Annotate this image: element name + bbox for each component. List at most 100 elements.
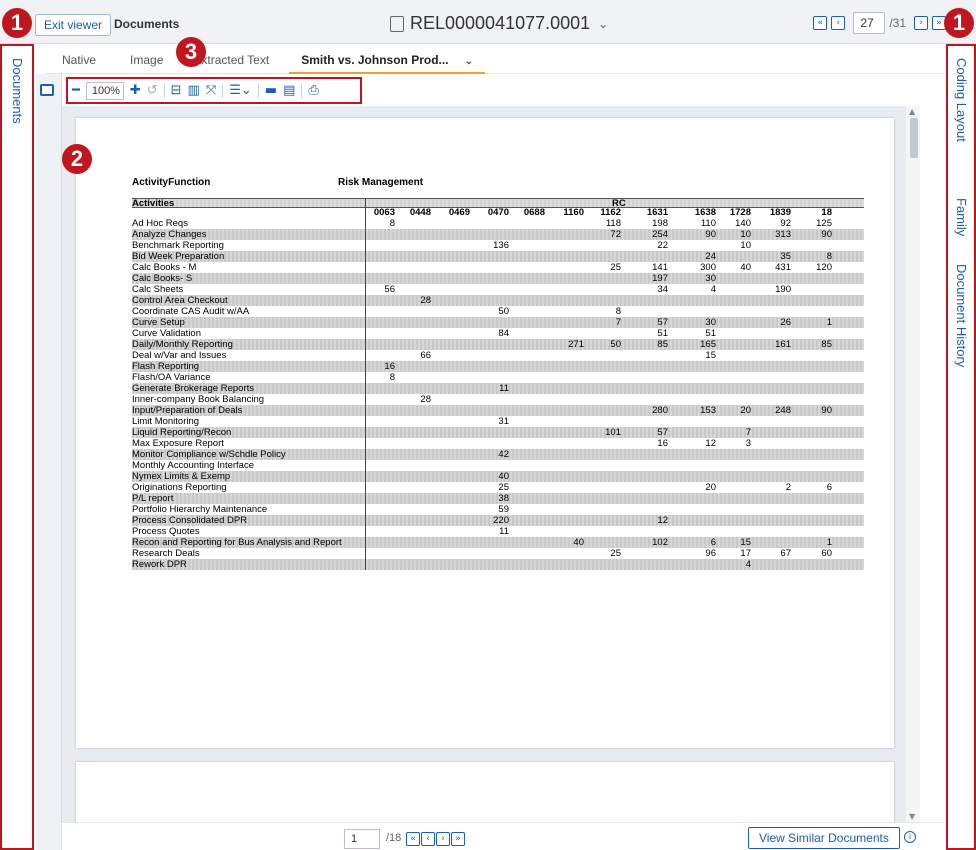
tab-production[interactable]: Smith vs. Johnson Prod... ⌄ [289, 46, 485, 74]
next-page-icon[interactable]: › [436, 832, 450, 846]
toolbar-divider [301, 83, 303, 98]
toolbar-divider [222, 83, 224, 98]
pdf-icon[interactable]: ⎙ [308, 84, 318, 97]
table-cell: 12 [705, 438, 716, 449]
table-cell: 28 [420, 394, 431, 405]
fit-width-icon[interactable]: ▥ [188, 84, 200, 97]
table-cell: 25 [498, 482, 509, 493]
next-document-icon[interactable]: › [914, 16, 928, 30]
table-cell: 1 [826, 537, 832, 548]
documents-pane-toggle[interactable]: Documents [10, 58, 25, 124]
coding-layout-tab[interactable]: Coding Layout [954, 58, 969, 142]
document-title-selector[interactable]: REL0000041077.0001 ⌄ [390, 13, 608, 34]
table-cell: 40 [498, 471, 509, 482]
page-number-input[interactable]: 1 [344, 829, 380, 849]
activity-name: Bid Week Preparation [132, 251, 225, 262]
info-icon[interactable]: i [904, 831, 916, 843]
table-row: Calc Sheets 34 4 190 56 [132, 284, 864, 295]
document-history-tab[interactable]: Document History [954, 264, 969, 367]
toolbar-divider [163, 83, 165, 98]
activity-name: Liquid Reporting/Recon [132, 427, 232, 438]
table-cell: 30 [705, 317, 716, 328]
table-row: Recon and Reporting for Bus Analysis and… [132, 537, 864, 548]
table-row: Bid Week Preparation 8 24 35 [132, 251, 864, 262]
activity-name: Process Quotes [132, 526, 200, 537]
previous-document-icon[interactable]: ‹ [831, 16, 846, 30]
table-cell: 4 [745, 559, 751, 570]
table-cell: 35 [780, 251, 791, 262]
table-cell: 90 [705, 229, 716, 240]
table-cell: 84 [498, 328, 509, 339]
activity-name: Rework DPR [132, 559, 187, 570]
activity-name: Control Area Checkout [132, 295, 228, 306]
tab-image[interactable]: Image [108, 46, 175, 74]
table-row: Analyze Changes 90 72 254 90 10 313 [132, 229, 864, 240]
scroll-down-icon[interactable]: ▼ [909, 812, 915, 821]
thumbnails-icon[interactable] [40, 84, 54, 96]
file-icon [390, 15, 404, 32]
family-tab[interactable]: Family [954, 198, 969, 236]
table-cell: 38 [498, 493, 509, 504]
table-cell: 12 [657, 515, 668, 526]
table-cell: 8 [826, 251, 832, 262]
table-cell: 102 [652, 537, 668, 548]
table-cell: 6 [826, 482, 832, 493]
annotation-marker-viewer: 2 [62, 144, 92, 174]
zoom-out-icon[interactable]: ━ [72, 84, 80, 97]
table-cell: 20 [740, 405, 751, 416]
activity-name: Calc Sheets [132, 284, 184, 295]
table-cell: 431 [775, 262, 791, 273]
table-cell: 110 [700, 218, 716, 229]
fullscreen-icon[interactable]: ⤧ [206, 84, 216, 97]
table-cell: 280 [652, 405, 668, 416]
table-row: Control Area Checkout 28 [132, 295, 864, 306]
tab-production-label: Smith vs. Johnson Prod... [301, 52, 449, 67]
fit-height-icon[interactable]: ⊟ [171, 84, 182, 97]
first-document-icon[interactable]: « [813, 16, 828, 30]
table-cell: 313 [775, 229, 791, 240]
zoom-input[interactable]: 100% [85, 81, 124, 100]
document-viewer[interactable]: ActivityFunction Risk Management Activit… [62, 106, 920, 822]
previous-page-icon[interactable]: ‹ [421, 832, 435, 846]
table-cell: 85 [657, 339, 668, 350]
activity-name: Monthly Accounting Interface [132, 460, 254, 471]
activity-name: Recon and Reporting for Bus Analysis and… [132, 537, 342, 548]
table-cell: 271 [568, 339, 584, 350]
rotate-icon[interactable]: ↺ [147, 84, 158, 97]
document-title: REL0000041077.0001 [410, 13, 591, 33]
table-cell: 10 [740, 229, 751, 240]
table-cell: 220 [493, 515, 509, 526]
tab-native[interactable]: Native [46, 46, 108, 74]
document-pager: « ‹ 27 /31 › » [813, 12, 946, 34]
viewer-scrollbar[interactable]: ▲ ▼ [906, 106, 920, 822]
redaction-icon[interactable]: ▬ [265, 84, 277, 97]
document-index-input[interactable]: 27 [853, 12, 886, 34]
table-divider [365, 198, 366, 570]
scroll-up-icon[interactable]: ▲ [909, 107, 915, 116]
activity-name: Ad Hoc Reqs [132, 218, 188, 229]
activity-name: Calc Books- S [132, 273, 193, 284]
documents-pane-rail: Documents [0, 44, 34, 850]
zoom-in-icon[interactable]: ✚ [130, 84, 141, 97]
table-cell: 136 [493, 240, 509, 251]
column-code: 1162 [600, 207, 621, 218]
table-cell: 30 [705, 273, 716, 284]
page-nav: « ‹ › » [406, 832, 465, 846]
view-similar-documents-button[interactable]: View Similar Documents [748, 827, 900, 849]
highlight-icon[interactable]: ▤ [283, 84, 295, 97]
activity-name: Benchmark Reporting [132, 240, 224, 251]
table-row: Process Consolidated DPR 12 220 [132, 515, 864, 526]
exit-viewer-button[interactable]: Exit viewer [35, 14, 112, 36]
first-page-icon[interactable]: « [406, 832, 420, 846]
table-row: Process Quotes 11 [132, 526, 864, 537]
scrollbar-thumb[interactable] [910, 118, 918, 158]
table-row: Rework DPR 4 [132, 559, 864, 570]
documents-breadcrumb[interactable]: Documents [114, 17, 179, 31]
activity-function-label: ActivityFunction [132, 177, 211, 188]
table-row: Liquid Reporting/Recon 101 57 7 [132, 427, 864, 438]
table-cell: 11 [499, 526, 509, 537]
page-mode-dropdown-icon[interactable]: ☰⌄ [229, 84, 252, 97]
activity-name: Flash Reporting [132, 361, 200, 372]
last-page-icon[interactable]: » [451, 832, 465, 846]
table-cell: 67 [780, 548, 791, 559]
